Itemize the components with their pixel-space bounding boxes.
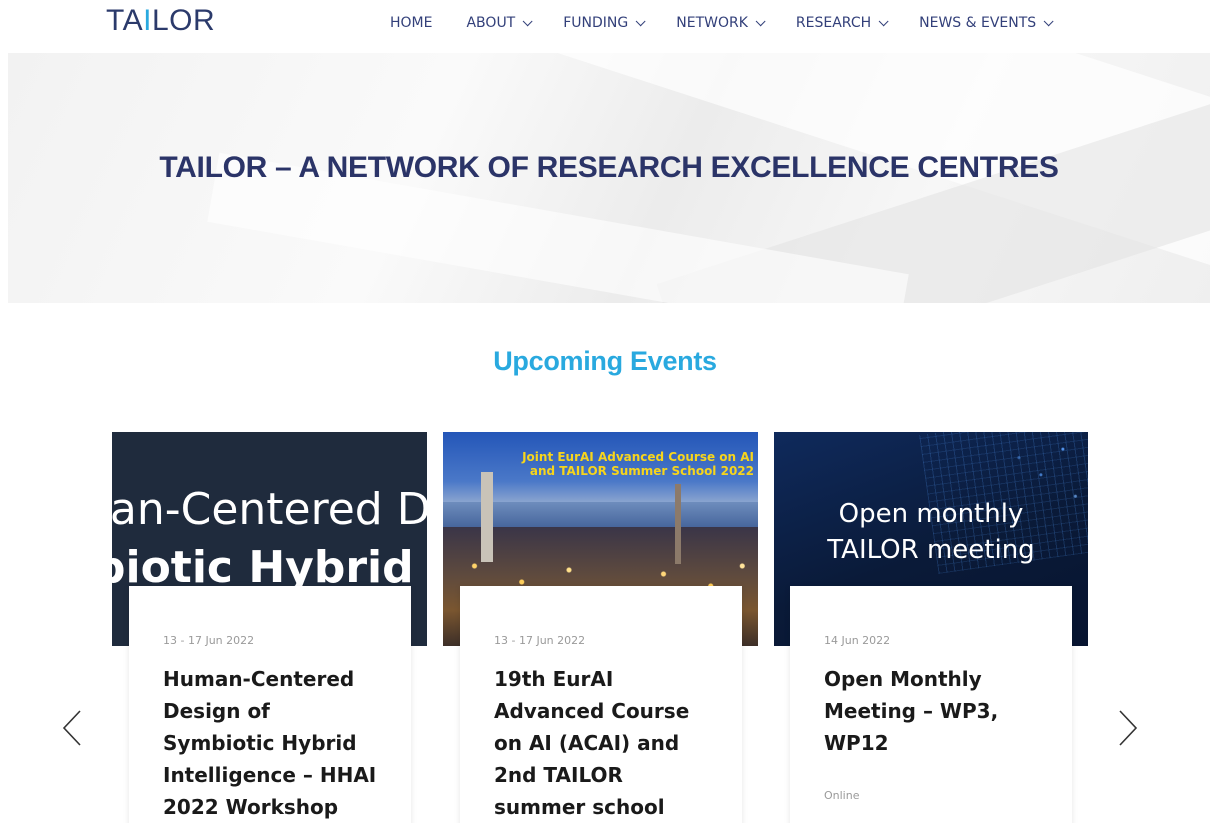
site-header: TAILOR HOME ABOUT FUNDING NETWORK RESEAR… <box>0 0 1210 53</box>
main-nav: HOME ABOUT FUNDING NETWORK RESEARCH NEWS… <box>390 13 1084 33</box>
nav-news-events-label: NEWS & EVENTS <box>919 15 1037 31</box>
event-image-text: nan-Centered D <box>112 484 427 535</box>
event-date: 13 - 17 Jun 2022 <box>494 634 586 647</box>
event-title[interactable]: 19th EurAI Advanced Course on AI (ACAI) … <box>494 663 714 823</box>
nav-news-events[interactable]: NEWS & EVENTS <box>919 13 1054 33</box>
event-card[interactable]: 14 Jun 2022 Open Monthly Meeting – WP3, … <box>790 586 1072 823</box>
nav-network-label: NETWORK <box>676 15 748 31</box>
nav-home[interactable]: HOME <box>390 13 432 33</box>
chevron-right-icon <box>1119 710 1138 746</box>
nav-research-label: RESEARCH <box>795 15 872 31</box>
chevron-down-icon <box>878 15 889 26</box>
event-title[interactable]: Human-Centered Design of Symbiotic Hybri… <box>163 663 383 823</box>
event-card[interactable]: 13 - 17 Jun 2022 19th EurAI Advanced Cou… <box>460 586 742 823</box>
carousel-next-button[interactable] <box>1114 708 1140 748</box>
nav-research[interactable]: RESEARCH <box>795 13 889 33</box>
nav-home-label: HOME <box>390 15 433 31</box>
logo-text-ai: I <box>143 4 152 37</box>
event-image-text: Open monthly TAILOR meeting <box>774 496 1088 568</box>
event-image-text-line: Open monthly <box>838 499 1024 529</box>
logo-text-ta: TA <box>106 4 144 37</box>
event-image-text: Joint EurAI Advanced Course on AI and TA… <box>522 450 754 478</box>
event-location: Online <box>824 789 860 802</box>
chevron-down-icon <box>755 15 766 26</box>
carousel-prev-button[interactable] <box>60 708 86 748</box>
hero-banner: TAILOR – A NETWORK OF RESEARCH EXCELLENC… <box>8 53 1210 303</box>
event-image-text-line: TAILOR meeting <box>827 535 1035 565</box>
chevron-down-icon <box>1043 15 1054 26</box>
event-date: 13 - 17 Jun 2022 <box>163 634 255 647</box>
chevron-left-icon <box>62 710 81 746</box>
tailor-logo[interactable]: TAILOR <box>106 4 215 38</box>
upcoming-events-heading: Upcoming Events <box>493 346 717 376</box>
image-tower <box>675 484 681 564</box>
event-card[interactable]: 13 - 17 Jun 2022 Human-Centered Design o… <box>129 586 411 823</box>
image-tower <box>481 472 493 562</box>
chevron-down-icon <box>522 15 533 26</box>
logo-text-lor: LOR <box>151 4 216 37</box>
event-date: 14 Jun 2022 <box>824 634 891 647</box>
nav-about[interactable]: ABOUT <box>466 13 533 33</box>
nav-funding[interactable]: FUNDING <box>563 13 646 33</box>
nav-funding-label: FUNDING <box>563 15 629 31</box>
hero-title: TAILOR – A NETWORK OF RESEARCH EXCELLENC… <box>159 151 1059 184</box>
event-title[interactable]: Open Monthly Meeting – WP3, WP12 <box>824 663 1044 759</box>
nav-network[interactable]: NETWORK <box>676 13 766 33</box>
nav-about-label: ABOUT <box>466 15 516 31</box>
chevron-down-icon <box>635 15 646 26</box>
